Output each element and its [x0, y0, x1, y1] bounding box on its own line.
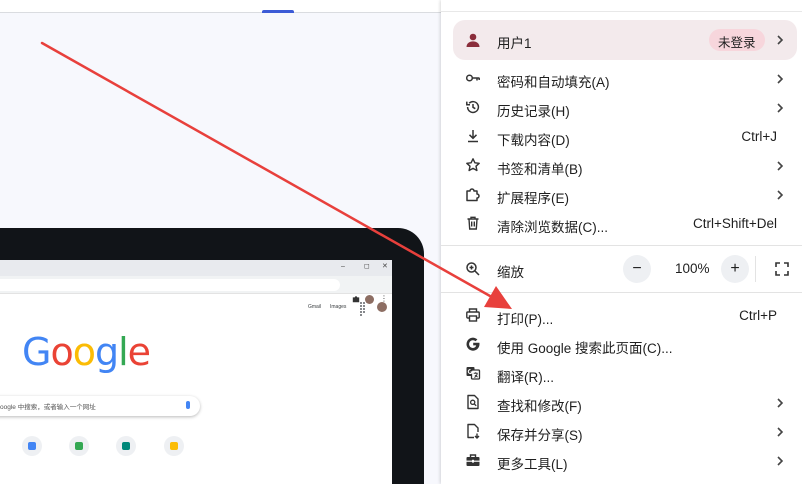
- menu-item-label: 书签和清单(B): [497, 162, 583, 177]
- menu-item-passwords[interactable]: 密码和自动填充(A): [453, 64, 797, 93]
- save-share-icon: [467, 423, 480, 439]
- menu-item-downloads[interactable]: 下载内容(D) Ctrl+J: [453, 122, 797, 151]
- shortcut-tile: [116, 436, 136, 456]
- profile-name: 用户1: [497, 36, 532, 51]
- zoom-out-button[interactable]: −: [623, 255, 651, 283]
- background-page: – ◻ ✕ ⋮ Gmail Images Google oogle 中搜索，或者…: [0, 0, 442, 484]
- logo-letter: l: [118, 330, 129, 374]
- preview-search-box: oogle 中搜索，或者输入一个网址: [0, 396, 200, 416]
- translate-icon: [466, 367, 481, 380]
- menu-item-google-search-page[interactable]: 使用 Google 搜索此页面(C)...: [453, 330, 797, 359]
- trash-icon: [467, 216, 479, 230]
- menu-item-label: 扩展程序(E): [497, 191, 569, 206]
- menu-divider: [441, 292, 802, 293]
- active-tab-indicator: [262, 10, 294, 13]
- preview-title-bar: – ◻ ✕: [0, 260, 392, 276]
- menu-item-shortcut: Ctrl+P: [739, 308, 777, 323]
- zoom-row: 缩放 − 100% +: [453, 252, 797, 286]
- google-g-icon: [466, 337, 480, 351]
- download-icon: [468, 130, 478, 143]
- menu-item-save-share[interactable]: 保存并分享(S): [453, 417, 797, 446]
- menu-item-print[interactable]: 打印(P)... Ctrl+P: [453, 301, 797, 330]
- menu-top-divider: [441, 0, 802, 12]
- chevron-right-icon: [777, 398, 784, 408]
- menu-item-label: 查找和修改(F): [497, 399, 582, 414]
- close-icon: ✕: [382, 263, 388, 270]
- gmail-link: Gmail: [308, 304, 322, 310]
- chevron-right-icon: [777, 161, 784, 171]
- menu-item-shortcut: Ctrl+Shift+Del: [692, 216, 777, 231]
- apps-grid-icon: [360, 302, 368, 316]
- extension-icon: [466, 188, 480, 202]
- toolbox-icon: [466, 454, 480, 466]
- avatar: [377, 302, 387, 312]
- logo-letter: o: [50, 330, 73, 374]
- menu-item-label: 更多工具(L): [497, 457, 568, 472]
- menu-item-extensions[interactable]: 扩展程序(E): [453, 180, 797, 209]
- images-link: Images: [330, 304, 347, 310]
- zoom-level: 100%: [675, 261, 710, 276]
- chevron-right-icon: [777, 103, 784, 113]
- menu-item-find-edit[interactable]: 查找和修改(F): [453, 388, 797, 417]
- menu-item-label: 打印(P)...: [497, 312, 554, 327]
- chrome-menu: 用户1 未登录 密码和自动填充(A) 历史记录(H) 下载内容(D) Ctrl+…: [441, 0, 802, 484]
- menu-item-label: 清除浏览数据(C)...: [497, 220, 608, 235]
- logo-letter: o: [72, 330, 96, 374]
- chevron-right-icon: [777, 74, 784, 84]
- profile-row[interactable]: 用户1 未登录: [453, 20, 797, 60]
- menu-item-label: 使用 Google 搜索此页面(C)...: [497, 341, 673, 356]
- page-top-bar: [0, 0, 442, 13]
- puzzle-icon: [352, 296, 360, 303]
- menu-item-bookmarks[interactable]: 书签和清单(B): [453, 151, 797, 180]
- maximize-icon: ◻: [364, 263, 370, 270]
- zoom-divider: [755, 256, 756, 282]
- find-page-icon: [467, 394, 479, 410]
- laptop-illustration: – ◻ ✕ ⋮ Gmail Images Google oogle 中搜索，或者…: [0, 228, 424, 484]
- menu-divider: [441, 245, 802, 246]
- minimize-icon: –: [341, 263, 345, 270]
- chevron-right-icon: [777, 35, 784, 45]
- print-icon: [466, 308, 480, 322]
- menu-item-history[interactable]: 历史记录(H): [453, 93, 797, 122]
- shortcut-tile: [164, 436, 184, 456]
- zoom-in-button[interactable]: +: [721, 255, 749, 283]
- chevron-right-icon: [777, 456, 784, 466]
- shortcut-tile: [69, 436, 89, 456]
- menu-item-label: 密码和自动填充(A): [497, 75, 610, 90]
- browser-preview: – ◻ ✕ ⋮ Gmail Images Google oogle 中搜索，或者…: [0, 260, 392, 484]
- shortcut-tile: [22, 436, 42, 456]
- menu-item-clear-data[interactable]: 清除浏览数据(C)... Ctrl+Shift+Del: [453, 209, 797, 238]
- zoom-label: 缩放: [497, 265, 524, 280]
- key-icon: [465, 74, 480, 82]
- menu-item-more-tools[interactable]: 更多工具(L): [453, 446, 797, 475]
- person-icon: [466, 33, 480, 47]
- menu-item-label: 历史记录(H): [497, 104, 570, 119]
- chevron-right-icon: [777, 190, 784, 200]
- logo-letter: g: [94, 330, 119, 374]
- menu-item-shortcut: Ctrl+J: [741, 129, 777, 144]
- menu-item-label: 翻译(R)...: [497, 370, 554, 385]
- history-icon: [466, 100, 480, 114]
- logo-letter: e: [127, 330, 151, 374]
- star-icon: [466, 158, 480, 172]
- sign-in-status-badge[interactable]: 未登录: [709, 29, 765, 51]
- google-logo: Google: [22, 330, 151, 374]
- preview-toolbar: ⋮: [0, 276, 392, 304]
- preview-omnibox: [0, 279, 340, 291]
- logo-letter: G: [22, 330, 51, 374]
- menu-item-translate[interactable]: 翻译(R)...: [453, 359, 797, 388]
- menu-item-label: 下载内容(D): [497, 133, 570, 148]
- search-placeholder: oogle 中搜索，或者输入一个网址: [0, 404, 96, 411]
- menu-item-label: 保存并分享(S): [497, 428, 583, 443]
- mic-icon: [186, 401, 190, 409]
- fullscreen-icon[interactable]: [771, 258, 793, 280]
- chevron-right-icon: [777, 427, 784, 437]
- zoom-icon: [466, 262, 480, 276]
